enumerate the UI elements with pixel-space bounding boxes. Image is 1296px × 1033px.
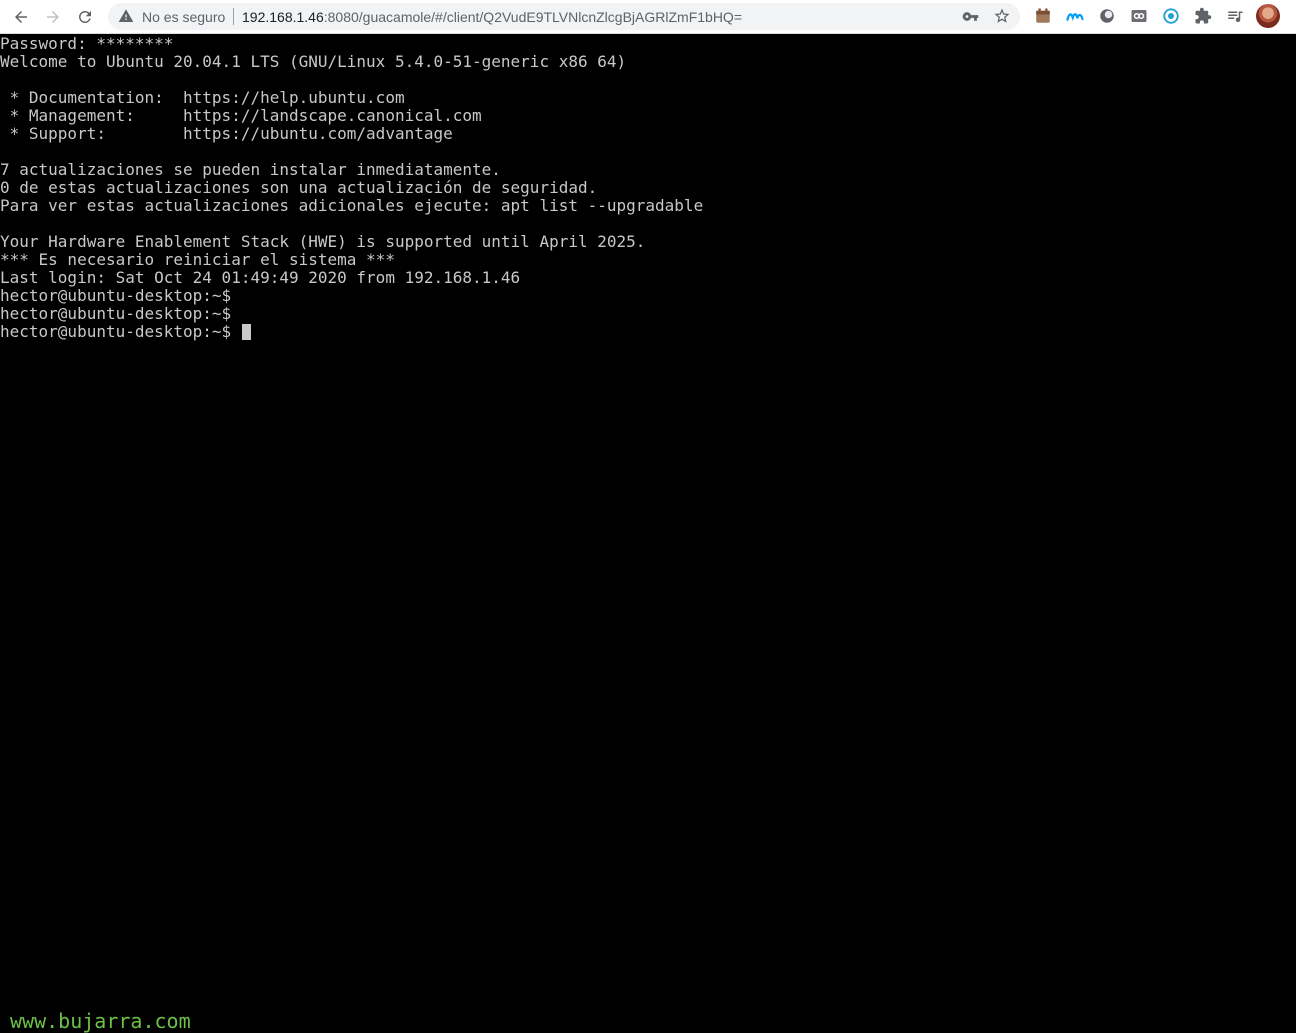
terminal-line: 7 actualizaciones se pueden instalar inm…	[0, 160, 501, 179]
terminal-line: Password: ********	[0, 34, 174, 53]
reload-icon	[78, 10, 91, 23]
back-button[interactable]	[8, 4, 34, 30]
star-icon[interactable]	[993, 7, 1011, 25]
puzzle-extensions-icon[interactable]	[1193, 6, 1213, 26]
profile-avatar[interactable]	[1256, 4, 1280, 28]
terminal-line: hector@ubuntu-desktop:~$	[0, 323, 703, 341]
vpn-extension-icon[interactable]	[1129, 6, 1149, 26]
browser-toolbar: No es seguro 192.168.1.46:8080/guacamole…	[0, 0, 1296, 34]
wordpress-extension-icon[interactable]	[1161, 6, 1181, 26]
omnibox-separator	[233, 8, 234, 25]
url-host: 192.168.1.46	[242, 9, 324, 25]
terminal-output: Password: ******** Welcome to Ubuntu 20.0…	[0, 35, 703, 341]
not-secure-label[interactable]: No es seguro	[142, 9, 225, 25]
terminal-line: * Support: https://ubuntu.com/advantage	[0, 124, 453, 143]
terminal-cursor	[241, 324, 251, 340]
terminal-line: hector@ubuntu-desktop:~$	[0, 304, 232, 323]
watermark: www.bujarra.com	[10, 1009, 191, 1033]
terminal-line: hector@ubuntu-desktop:~$	[0, 286, 232, 305]
address-bar[interactable]: No es seguro 192.168.1.46:8080/guacamole…	[108, 3, 1020, 30]
terminal-line: Welcome to Ubuntu 20.04.1 LTS (GNU/Linux…	[0, 52, 627, 71]
url-text[interactable]: 192.168.1.46:8080/guacamole/#/client/Q2V…	[242, 9, 742, 25]
warning-triangle-icon[interactable]	[118, 8, 134, 24]
terminal-session[interactable]: Password: ******** Welcome to Ubuntu 20.0…	[0, 35, 1296, 1033]
terminal-line: * Management: https://landscape.canonica…	[0, 106, 482, 125]
media-queue-icon[interactable]	[1225, 6, 1245, 26]
arrow-left-icon	[15, 11, 27, 23]
arrow-right-icon	[47, 11, 59, 23]
movistar-extension-icon[interactable]	[1065, 6, 1085, 26]
terminal-line: *** Es necesario reiniciar el sistema **…	[0, 250, 395, 269]
url-path: :8080/guacamole/#/client/Q2VudE9TLVNlcnZ…	[323, 9, 742, 25]
terminal-line: 0 de estas actualizaciones son una actua…	[0, 178, 598, 197]
calendar-extension-icon[interactable]	[1033, 6, 1053, 26]
forward-button[interactable]	[40, 4, 66, 30]
key-icon[interactable]	[962, 8, 979, 25]
terminal-line: Your Hardware Enablement Stack (HWE) is …	[0, 232, 646, 251]
reload-button[interactable]	[72, 4, 98, 30]
terminal-line: Last login: Sat Oct 24 01:49:49 2020 fro…	[0, 268, 521, 287]
terminal-line: Para ver estas actualizaciones adicional…	[0, 196, 704, 215]
circle-extension-icon[interactable]	[1097, 6, 1117, 26]
terminal-line: * Documentation: https://help.ubuntu.com	[0, 88, 405, 107]
